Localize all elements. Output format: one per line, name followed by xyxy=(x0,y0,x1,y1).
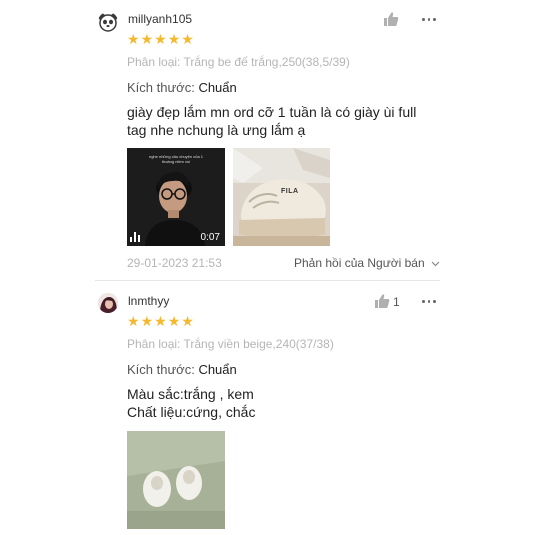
review-comment: giày đẹp lắm mn ord cỡ 1 tuần là có giày… xyxy=(127,103,437,139)
video-bars-icon xyxy=(130,232,144,242)
avatar[interactable] xyxy=(98,12,118,32)
size-line: Kích thước: Chuẩn xyxy=(127,362,237,377)
size-value: Chuẩn xyxy=(198,80,237,95)
rating-stars: ★ ★ ★ ★ ★ xyxy=(127,32,194,46)
video-duration: 0:07 xyxy=(200,232,220,243)
chevron-down-icon xyxy=(431,261,440,267)
star-icon: ★ xyxy=(127,31,140,47)
more-dots-icon[interactable] xyxy=(422,16,437,22)
variant-text: Phân loại: Trắng be đế trắng,250(38,5/39… xyxy=(127,55,350,69)
avatar-bear-icon xyxy=(98,13,118,32)
brand-logo: FILA xyxy=(281,188,299,195)
variant-text: Phân loại: Trắng viền beige,240(37/38) xyxy=(127,337,334,351)
size-label: Kích thước: xyxy=(127,80,195,95)
star-icon: ★ xyxy=(154,313,167,329)
review-divider xyxy=(95,280,440,281)
avatar-photo xyxy=(98,293,118,313)
comment-line: giày đẹp lắm mn ord cỡ 1 tuần là có giày… xyxy=(127,104,417,120)
review-photo-thumbnail[interactable]: FILA xyxy=(233,148,330,246)
review-video-thumbnail[interactable]: nghe những câu chuyện của 1 thoáng niềm … xyxy=(127,148,225,246)
more-dots-icon[interactable] xyxy=(422,298,437,304)
star-icon: ★ xyxy=(167,313,181,329)
review-item: lnmthyy 1 ★ ★ ★ ★ ★ Phân loại: Trắng viề… xyxy=(0,282,535,535)
thumbs-up-icon[interactable] xyxy=(383,11,399,27)
shoe-photo xyxy=(233,148,330,246)
size-label: Kích thước: xyxy=(127,362,195,377)
avatar[interactable] xyxy=(98,293,118,313)
review-date: 29-01-2023 21:53 xyxy=(127,256,222,270)
seller-reply-toggle[interactable]: Phản hồi của Người bán xyxy=(294,256,440,270)
shoe-photo xyxy=(127,431,225,529)
star-icon: ★ xyxy=(127,313,140,329)
review-username[interactable]: lnmthyy xyxy=(128,294,169,308)
rating-stars: ★ ★ ★ ★ ★ xyxy=(127,314,194,328)
review-item: millyanh105 ★ ★ ★ ★ ★ Phân loại: Trắng b… xyxy=(0,0,535,280)
size-line: Kích thước: Chuẩn xyxy=(127,80,237,95)
star-icon: ★ xyxy=(140,313,154,329)
review-username[interactable]: millyanh105 xyxy=(128,12,192,26)
thumbs-up-icon[interactable] xyxy=(374,293,390,309)
star-icon: ★ xyxy=(140,31,154,47)
star-icon: ★ xyxy=(181,31,194,47)
comment-line: Chất liệu:cứng, chắc xyxy=(127,404,256,420)
comment-line: Màu sắc:trắng , kem xyxy=(127,386,254,402)
comment-line: tag nhe nchung là ưng lắm ạ xyxy=(127,122,306,138)
size-value: Chuẩn xyxy=(198,362,237,377)
seller-reply-label: Phản hồi của Người bán xyxy=(294,256,425,270)
star-icon: ★ xyxy=(181,313,194,329)
review-photo-thumbnail[interactable] xyxy=(127,431,225,529)
star-icon: ★ xyxy=(167,31,181,47)
star-icon: ★ xyxy=(154,31,167,47)
like-count: 1 xyxy=(393,295,400,309)
review-comment: Màu sắc:trắng , kem Chất liệu:cứng, chắc xyxy=(127,385,437,421)
